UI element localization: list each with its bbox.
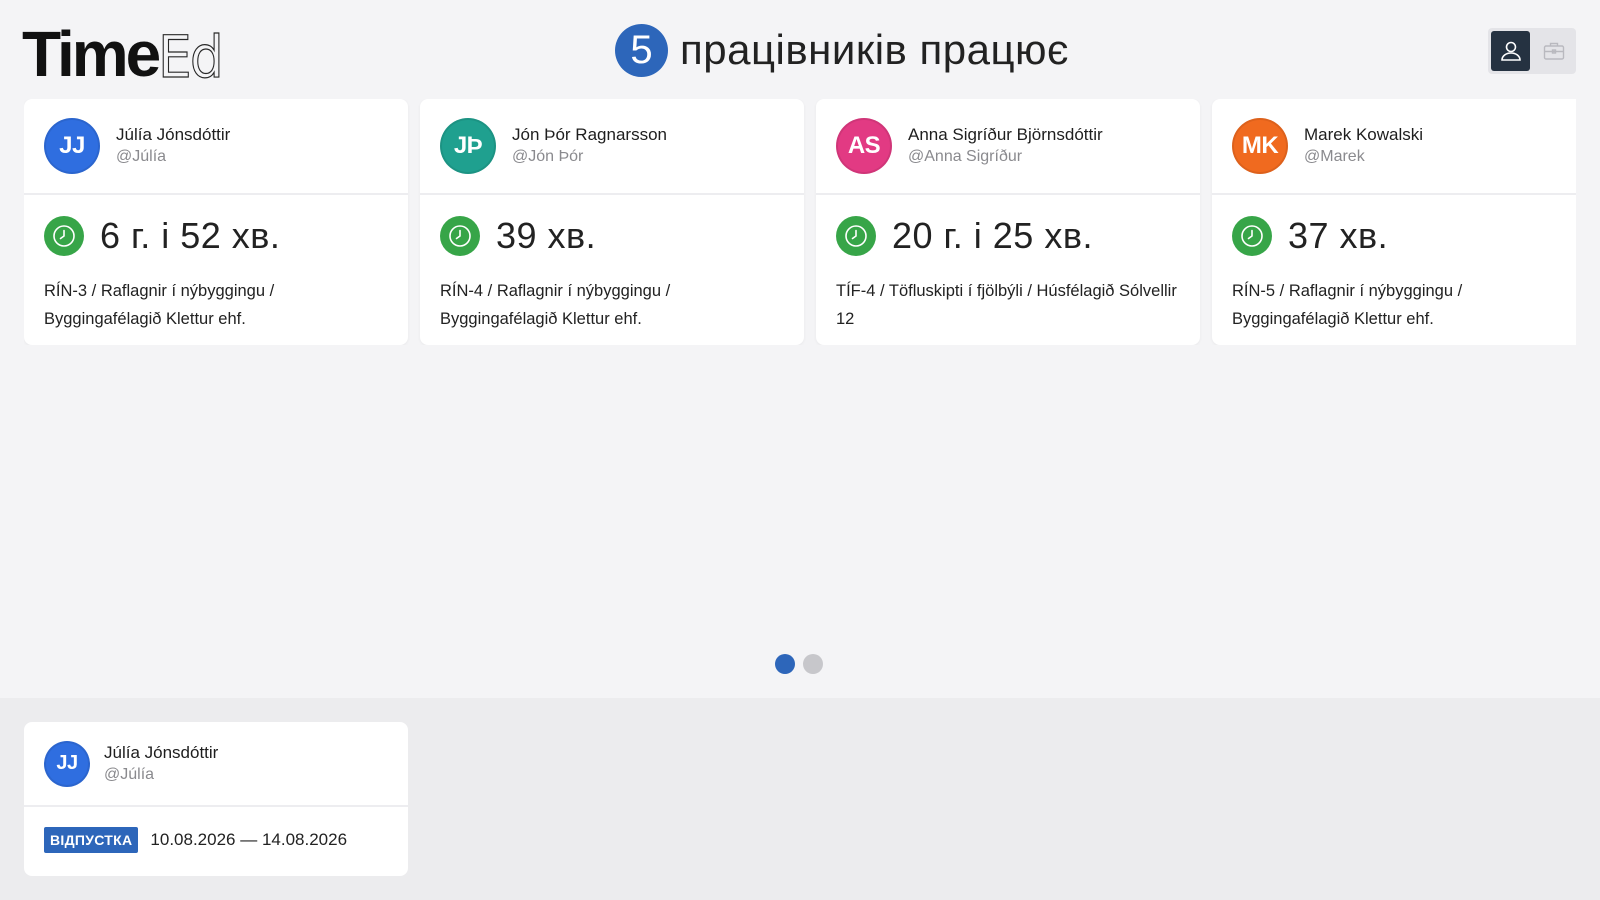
timeed-logo: Time Ed bbox=[22, 18, 225, 91]
clock-icon bbox=[44, 216, 84, 256]
working-count-headline: 5 працівників працює bbox=[615, 23, 1069, 77]
employee-handle: @Júlía bbox=[104, 765, 155, 783]
employee-name: Júlía Jónsdóttir bbox=[116, 125, 231, 144]
pagination-dot-1[interactable] bbox=[775, 654, 795, 674]
work-duration: 39 хв. bbox=[496, 215, 597, 256]
task-path: RÍN-4 / Raflagnir í nýbyggingu / Bygging… bbox=[440, 282, 671, 328]
employee-card-header: MK Marek Kowalski @Marek bbox=[1212, 99, 1576, 195]
employee-handle: @Júlía bbox=[116, 148, 167, 165]
employee-card[interactable]: AS Anna Sigríður Björnsdóttir @Anna Sigr… bbox=[816, 99, 1200, 345]
employee-name: Jón Þór Ragnarsson bbox=[512, 125, 667, 144]
view-toggle bbox=[1488, 28, 1576, 74]
work-duration: 6 г. і 52 хв. bbox=[100, 215, 281, 256]
working-employees-carousel: JJ Júlía Jónsdóttir @Júlía 6 г. і 52 хв.… bbox=[24, 99, 1576, 345]
avatar: AS bbox=[836, 118, 892, 174]
employee-name: Marek Kowalski bbox=[1304, 125, 1424, 144]
avatar: JJ bbox=[44, 740, 90, 787]
employee-card[interactable]: JJ Júlía Jónsdóttir @Júlía 6 г. і 52 хв.… bbox=[24, 99, 408, 345]
headline-text: працівників працює bbox=[680, 26, 1069, 73]
leave-card[interactable]: JJ Júlía Jónsdóttir @Júlía ВІДПУСТКА 10.… bbox=[24, 722, 408, 876]
task-path: RÍN-3 / Raflagnir í nýbyggingu / Bygging… bbox=[44, 282, 275, 328]
leave-type-badge: ВІДПУСТКА bbox=[44, 827, 139, 853]
employee-card-header: JJ Júlía Jónsdóttir @Júlía bbox=[24, 99, 408, 195]
employee-card-header: AS Anna Sigríður Björnsdóttir @Anna Sigr… bbox=[816, 99, 1200, 195]
briefcase-icon bbox=[1543, 42, 1564, 60]
leave-dates: 10.08.2026 — 14.08.2026 bbox=[150, 830, 348, 849]
clock-icon bbox=[1232, 216, 1272, 256]
employee-handle: @Jón Þór bbox=[512, 148, 584, 165]
task-path: TÍF-4 / Töfluskipti í fjölbýli / Húsféla… bbox=[836, 282, 1177, 328]
employee-handle: @Anna Sigríður bbox=[908, 148, 1023, 165]
clock-icon bbox=[836, 216, 876, 256]
employee-card[interactable]: MK Marek Kowalski @Marek 37 хв. RÍN-5 / … bbox=[1212, 99, 1576, 345]
work-duration: 20 г. і 25 хв. bbox=[892, 215, 1093, 256]
projects-view-button[interactable] bbox=[1534, 31, 1573, 71]
employee-name: Anna Sigríður Björnsdóttir bbox=[908, 125, 1103, 144]
pagination-dot-2[interactable] bbox=[803, 654, 823, 674]
leave-card-header: JJ Júlía Jónsdóttir @Júlía bbox=[24, 722, 408, 807]
employee-card[interactable]: JÞ Jón Þór Ragnarsson @Jón Þór 39 хв. RÍ… bbox=[420, 99, 804, 345]
avatar: MK bbox=[1232, 118, 1288, 174]
avatar: JÞ bbox=[440, 118, 496, 174]
user-icon bbox=[1500, 41, 1521, 61]
employee-handle: @Marek bbox=[1304, 148, 1365, 165]
employees-view-button[interactable] bbox=[1491, 31, 1530, 71]
working-count-badge: 5 bbox=[615, 23, 668, 77]
carousel-pagination bbox=[775, 654, 823, 674]
clock-icon bbox=[440, 216, 480, 256]
employee-card-header: JÞ Jón Þór Ragnarsson @Jón Þór bbox=[420, 99, 804, 195]
work-duration: 37 хв. bbox=[1288, 215, 1389, 256]
task-path: RÍN-5 / Raflagnir í nýbyggingu / Bygging… bbox=[1232, 282, 1463, 328]
avatar: JJ bbox=[44, 118, 100, 174]
employee-name: Júlía Jónsdóttir bbox=[104, 742, 219, 762]
